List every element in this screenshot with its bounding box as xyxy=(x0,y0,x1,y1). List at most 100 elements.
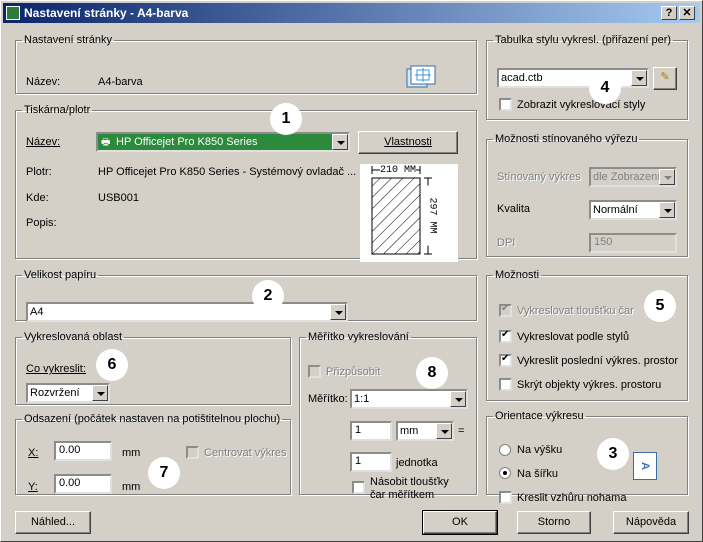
scale-unit-combo[interactable]: mm xyxy=(396,421,454,441)
center-plot-checkbox[interactable] xyxy=(186,446,199,459)
dpi-label: DPI xyxy=(497,237,516,249)
printer-group: Tiskárna/plotr Název: 🖶 HP Officejet Pro… xyxy=(15,104,477,262)
quality-dropdown-arrow[interactable] xyxy=(659,202,675,218)
orientation-legend: Orientace výkresu xyxy=(495,410,584,422)
plot-style-table-legend: Tabulka stylu vykresl. (přiřazení per) xyxy=(495,34,672,46)
options-legend: Možnosti xyxy=(495,269,540,281)
dpi-input[interactable]: 150 xyxy=(589,233,677,253)
where-label: Kde: xyxy=(26,192,49,204)
shaded-plot-dropdown-arrow[interactable] xyxy=(659,169,675,185)
offset-legend: Odsazení (počátek nastaven na potištitel… xyxy=(24,413,281,425)
printer-dropdown-arrow[interactable] xyxy=(332,134,348,150)
plotter-value: HP Officejet Pro K850 Series - Systémový… xyxy=(98,166,357,178)
callout-2: 2 xyxy=(252,280,284,312)
plot-style-table-dropdown-arrow[interactable] xyxy=(631,70,647,86)
scale-equals: = xyxy=(458,425,465,437)
orientation-preview-icon: A xyxy=(633,452,657,480)
landscape-radio[interactable] xyxy=(499,467,511,479)
scale-lineweights-checkbox[interactable] xyxy=(352,481,365,494)
scale-combo[interactable]: 1:1 xyxy=(350,389,468,409)
title-bar: Nastavení stránky - A4-barva ? ✕ xyxy=(3,3,700,23)
callout-8: 8 xyxy=(416,357,448,389)
scale-lineweights-label-2: čar měřítkem xyxy=(370,489,435,501)
portrait-label: Na výšku xyxy=(517,444,563,456)
page-setup-group: Nastavení stránky Název: A4-barva xyxy=(15,34,477,94)
upside-down-label: Kreslit vzhůru nohama xyxy=(517,492,627,504)
scale-dropdown-arrow[interactable] xyxy=(450,391,466,407)
landscape-label: Na šířku xyxy=(517,468,558,480)
app-icon xyxy=(6,6,20,20)
hide-paperspace-objects-label: Skrýt objekty výkres. prostoru xyxy=(517,379,662,391)
scale-lineweights-label-1: Násobit tloušťky xyxy=(370,476,449,488)
plot-style-table-group: Tabulka stylu vykresl. (přiřazení per) a… xyxy=(486,34,688,120)
callout-1: 1 xyxy=(270,103,302,135)
preview-width-label: 210 MM xyxy=(380,165,417,176)
plot-what-dropdown-arrow[interactable] xyxy=(92,385,108,401)
printer-name-label: Název: xyxy=(26,136,61,148)
offset-y-unit: mm xyxy=(122,481,141,493)
fit-to-paper-checkbox[interactable] xyxy=(308,365,321,378)
plot-lineweights-label: Vykreslovat tloušťku čar xyxy=(517,305,634,317)
page-setup-name-value: A4-barva xyxy=(98,76,143,88)
plot-style-table-value: acad.ctb xyxy=(501,72,543,84)
scale-label: Měřítko: xyxy=(308,393,348,405)
offset-x-label: X: xyxy=(28,447,39,459)
callout-5: 5 xyxy=(644,290,676,322)
hide-paperspace-objects-checkbox[interactable] xyxy=(499,378,512,391)
plot-what-label: Co vykreslit: xyxy=(26,363,86,375)
paper-size-group: Velikost papíru A4 xyxy=(15,269,477,322)
callout-4: 4 xyxy=(589,72,621,104)
scale-num-input[interactable]: 1 xyxy=(350,421,392,441)
properties-button[interactable]: Vlastnosti xyxy=(358,131,458,154)
unit-num-input[interactable]: 1 xyxy=(350,452,392,472)
scale-legend: Měřítko vykreslování xyxy=(308,331,409,343)
cancel-button[interactable]: Storno xyxy=(517,511,591,534)
printer-name-value: HP Officejet Pro K850 Series xyxy=(116,136,258,148)
paper-size-combo[interactable]: A4 xyxy=(26,302,348,322)
shaded-viewport-group: Možnosti stínovaného výřezu Stínovaný vý… xyxy=(486,133,688,257)
close-title-button[interactable]: ✕ xyxy=(679,6,695,20)
printer-icon: 🖶 xyxy=(101,137,111,148)
printer-legend: Tiskárna/plotr xyxy=(24,104,91,116)
shaded-plot-label: Stínovaný výkres xyxy=(497,171,581,183)
quality-label: Kvalita xyxy=(497,203,531,215)
center-plot-label: Centrovat výkres xyxy=(204,447,287,459)
orientation-group: Orientace výkresu Na výšku Na šířku Kres… xyxy=(486,410,688,504)
scale-value: 1:1 xyxy=(354,393,370,405)
offset-y-input[interactable]: 0.00 xyxy=(54,474,112,494)
edit-style-table-button[interactable]: ✎ xyxy=(653,67,677,90)
quality-combo[interactable]: Normální xyxy=(589,200,677,220)
options-group: Možnosti Vykreslovat tloušťku čar Vykres… xyxy=(486,269,688,401)
callout-3: 3 xyxy=(597,438,629,470)
help-title-button[interactable]: ? xyxy=(661,6,677,20)
unit-label: jednotka xyxy=(396,457,438,469)
paper-size-value: A4 xyxy=(30,306,44,318)
shaded-plot-combo[interactable]: dle Zobrazení xyxy=(589,167,677,187)
ok-button[interactable]: OK xyxy=(422,510,498,535)
description-label: Popis: xyxy=(26,217,57,229)
help-button[interactable]: Nápověda xyxy=(613,511,689,534)
callout-7: 7 xyxy=(148,457,180,489)
upside-down-checkbox[interactable] xyxy=(499,491,512,504)
scale-unit-dropdown-arrow[interactable] xyxy=(436,423,452,439)
plot-what-combo[interactable]: Rozvržení xyxy=(26,383,110,403)
window-title: Nastavení stránky - A4-barva xyxy=(24,6,189,20)
page-setup-dialog: Nastavení stránky - A4-barva ? ✕ Nastave… xyxy=(0,0,703,542)
preview-button[interactable]: Náhled... xyxy=(15,511,91,534)
plot-with-styles-checkbox[interactable] xyxy=(499,329,512,343)
display-plot-styles-checkbox[interactable] xyxy=(499,98,512,111)
callout-6: 6 xyxy=(96,349,128,381)
plot-style-table-combo[interactable]: acad.ctb xyxy=(497,68,649,88)
plot-what-value: Rozvržení xyxy=(30,387,80,399)
where-value: USB001 xyxy=(98,192,139,204)
portrait-radio[interactable] xyxy=(499,444,511,456)
offset-x-unit: mm xyxy=(122,447,141,459)
printer-name-combo[interactable]: 🖶 HP Officejet Pro K850 Series xyxy=(96,132,350,152)
page-setup-icon xyxy=(405,65,437,91)
plot-paperspace-last-checkbox[interactable] xyxy=(499,353,512,367)
plot-paperspace-last-label: Vykreslit poslední výkres. prostor xyxy=(517,355,678,367)
offset-x-input[interactable]: 0.00 xyxy=(54,441,112,461)
plot-lineweights-checkbox[interactable] xyxy=(499,303,512,317)
scale-group: Měřítko vykreslování Přizpůsobit Měřítko… xyxy=(299,331,477,501)
paper-size-dropdown-arrow[interactable] xyxy=(330,304,346,320)
